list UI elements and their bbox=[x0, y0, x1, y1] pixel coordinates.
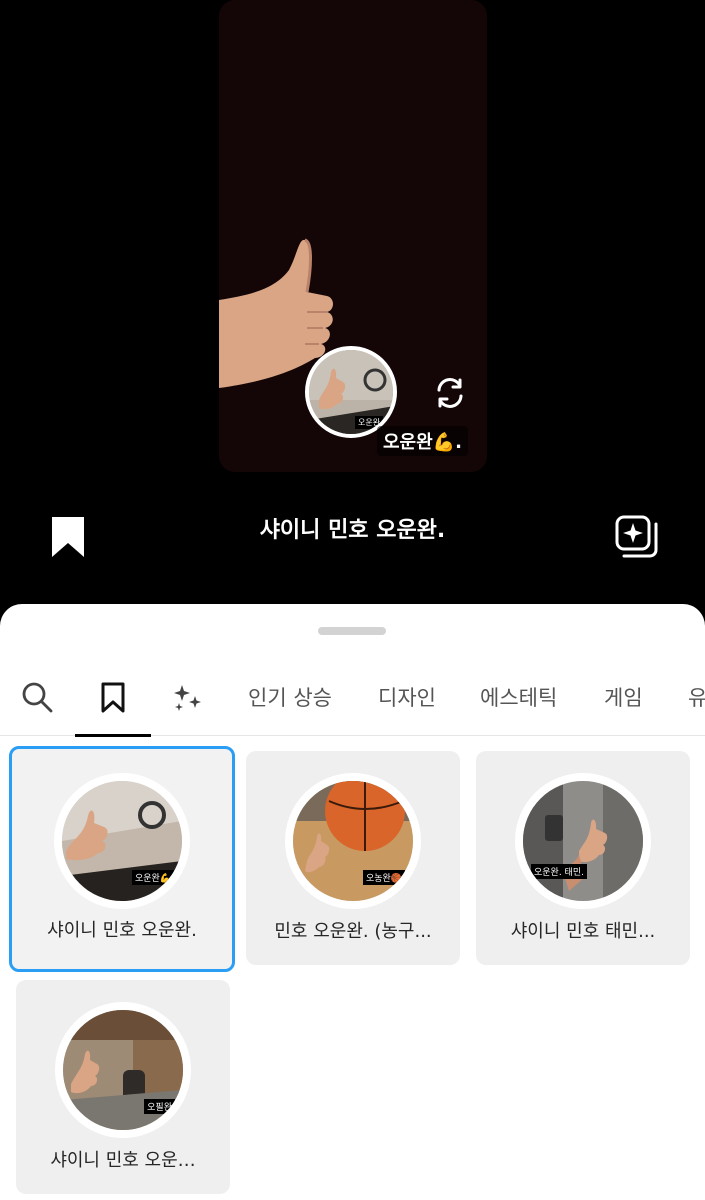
active-tab-indicator bbox=[75, 734, 151, 737]
tab-more[interactable]: 유 bbox=[688, 682, 705, 712]
effect-category-tabs: 인기 상승 디자인 에스테틱 게임 유 bbox=[0, 662, 705, 736]
effect-card-label: 샤이니 민호 태민... bbox=[510, 921, 656, 942]
thumb-tag: 오운완. 태민. bbox=[531, 864, 587, 879]
effect-card-label: 민호 오운완. (농구... bbox=[274, 921, 432, 942]
flip-camera-icon[interactable] bbox=[433, 376, 467, 410]
camera-preview-area: 오운완 오운완💪. 샤이니 민호 오운완. bbox=[0, 0, 705, 612]
thumb-tag: 오운완💪 bbox=[131, 870, 174, 885]
saved-bookmark-icon[interactable] bbox=[96, 680, 130, 714]
effect-card[interactable]: 오농완🏀 민호 오운완. (농구... bbox=[246, 751, 460, 965]
effects-bottom-sheet: 인기 상승 디자인 에스테틱 게임 유 오운완💪 샤이니 민호 오운완. 오농완… bbox=[0, 604, 705, 1200]
effect-card-label: 샤이니 민호 오운완. bbox=[47, 920, 197, 941]
sheet-drag-handle[interactable] bbox=[318, 627, 386, 635]
effect-card[interactable]: 오운완💪 샤이니 민호 오운완. bbox=[9, 746, 235, 972]
effect-video-preview[interactable]: 오운완 오운완💪. bbox=[219, 0, 487, 472]
thumb-tag: 오농완🏀 bbox=[362, 870, 405, 885]
add-effect-icon[interactable] bbox=[614, 514, 660, 560]
effect-card-thumbnail: 오필완 bbox=[55, 1002, 191, 1138]
gym-equipment-image bbox=[523, 781, 643, 901]
effect-card-label: 샤이니 민호 오운… bbox=[50, 1150, 196, 1171]
tab-game[interactable]: 게임 bbox=[604, 682, 643, 712]
search-icon[interactable] bbox=[20, 680, 54, 714]
sparkles-icon[interactable] bbox=[170, 680, 204, 714]
effect-card[interactable]: 오운완. 태민. 샤이니 민호 태민... bbox=[476, 751, 690, 965]
gym-scene-image bbox=[309, 350, 393, 434]
effect-card-thumbnail: 오농완🏀 bbox=[285, 773, 421, 909]
effect-card[interactable]: 오필완 샤이니 민호 오운… bbox=[16, 980, 230, 1194]
video-caption: 오운완💪. bbox=[377, 426, 468, 456]
effect-thumbnail-circle: 오운완 bbox=[305, 346, 397, 438]
effect-card-thumbnail: 오운완💪 bbox=[54, 773, 190, 909]
tab-aesthetic[interactable]: 에스테틱 bbox=[480, 682, 557, 712]
thumb-tag: 오필완 bbox=[144, 1099, 175, 1114]
effect-title: 샤이니 민호 오운완. bbox=[259, 518, 446, 543]
tab-trending[interactable]: 인기 상승 bbox=[248, 682, 332, 712]
effect-card-thumbnail: 오운완. 태민. bbox=[515, 773, 651, 909]
tab-design[interactable]: 디자인 bbox=[378, 682, 436, 712]
